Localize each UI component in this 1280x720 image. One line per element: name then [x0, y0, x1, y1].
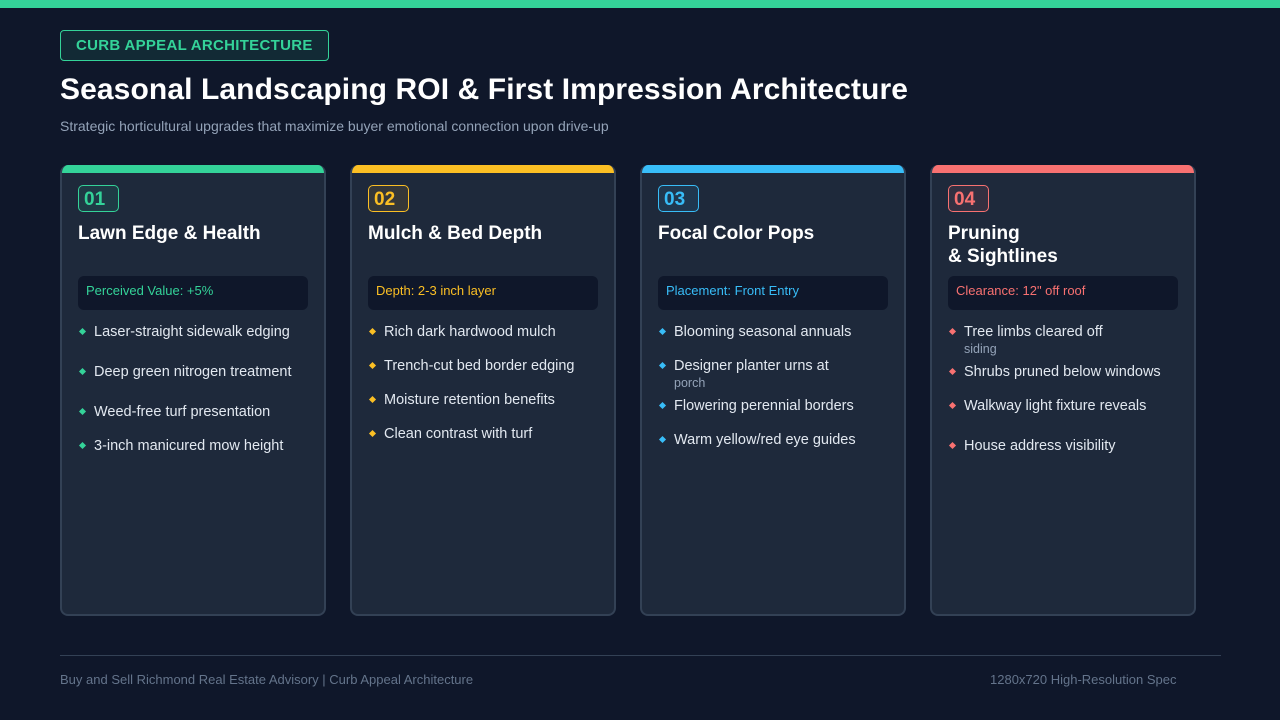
list-item: Weed-free turf presentation [78, 403, 318, 421]
card-number: 02 [368, 185, 409, 212]
card-accent-bar [62, 165, 324, 173]
list-item: Rich dark hardwood mulch [368, 323, 608, 341]
card-badge: Placement: Front Entry [658, 276, 888, 310]
card-accent-bar [642, 165, 904, 173]
list-item: House address visibility [948, 437, 1188, 455]
footer-divider [60, 655, 1221, 656]
card-title: Lawn Edge & Health [78, 223, 261, 244]
list-item: Shrubs pruned below windows [948, 363, 1188, 381]
list-item: Trench-cut bed border edging [368, 357, 608, 375]
card-badge: Clearance: 12" off roof [948, 276, 1178, 310]
section-tag: CURB APPEAL ARCHITECTURE [60, 30, 329, 61]
card-focal-color: 03 Focal Color Pops Placement: Front Ent… [640, 165, 906, 616]
footer-spec: 1280x720 High-Resolution Spec [990, 672, 1177, 687]
card-number: 03 [658, 185, 699, 212]
page-title: Seasonal Landscaping ROI & First Impress… [60, 73, 909, 106]
list-item: Walkway light fixture reveals [948, 397, 1188, 415]
card-pruning-sightlines: 04 Pruning & Sightlines Clearance: 12" of… [930, 165, 1196, 616]
top-accent-bar [0, 0, 1280, 8]
card-title: Mulch & Bed Depth [368, 223, 543, 244]
card-badge: Depth: 2-3 inch layer [368, 276, 598, 310]
card-number: 04 [948, 185, 989, 212]
list-item: Designer planter urns at porch [658, 357, 898, 391]
card-title: Focal Color Pops [658, 223, 815, 244]
card-accent-bar [352, 165, 614, 173]
card-title: Pruning & Sightlines [948, 223, 1058, 267]
list-item: Tree limbs cleared off siding [948, 323, 1188, 357]
list-item: Moisture retention benefits [368, 391, 608, 409]
page-subtitle: Strategic horticultural upgrades that ma… [60, 118, 609, 134]
list-item: Laser-straight sidewalk edging [78, 323, 318, 341]
list-item: Deep green nitrogen treatment [78, 363, 318, 381]
card-lawn-edge: 01 Lawn Edge & Health Perceived Value: +… [60, 165, 326, 616]
card-number: 01 [78, 185, 119, 212]
list-item: Blooming seasonal annuals [658, 323, 898, 341]
card-mulch-bed: 02 Mulch & Bed Depth Depth: 2-3 inch lay… [350, 165, 616, 616]
list-item: Warm yellow/red eye guides [658, 431, 898, 449]
list-item: Flowering perennial borders [658, 397, 898, 415]
card-badge: Perceived Value: +5% [78, 276, 308, 310]
list-item: 3-inch manicured mow height [78, 437, 318, 455]
list-item: Clean contrast with turf [368, 425, 608, 443]
card-accent-bar [932, 165, 1194, 173]
footer-attribution: Buy and Sell Richmond Real Estate Adviso… [60, 672, 474, 687]
